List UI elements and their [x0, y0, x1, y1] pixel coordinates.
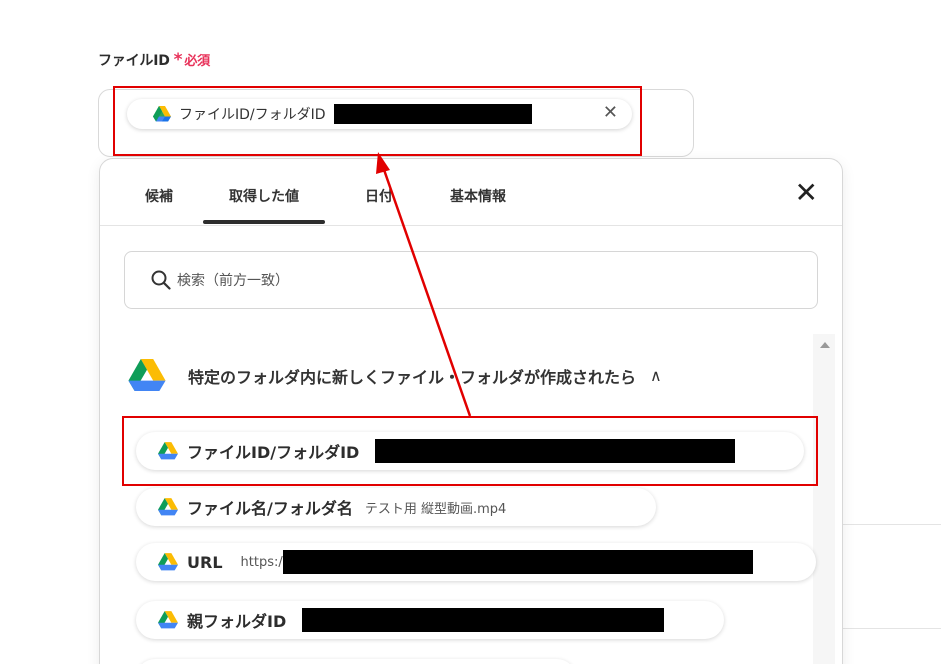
item-name: ファイルID/フォルダID [187, 443, 360, 462]
tab-date[interactable]: 日付 [365, 186, 393, 206]
list-item[interactable]: ファイル名/フォルダ名 テスト用 縦型動画.mp4 [136, 488, 656, 526]
field-label: ファイルID * 必須 [98, 50, 210, 70]
trigger-group-header[interactable]: 特定のフォルダ内に新しくファイル・フォルダが作成されたら ∧ [128, 359, 662, 392]
google-drive-icon [158, 498, 178, 516]
list-item[interactable]: URL https:/ [136, 543, 816, 581]
scroll-up-icon[interactable] [818, 340, 832, 350]
item-value: テスト用 縦型動画.mp4 [364, 501, 507, 517]
tab-bar: 候補 取得した値 日付 基本情報 ✕ [100, 159, 842, 226]
redacted-value [333, 104, 532, 124]
selected-value-chip[interactable]: ファイルID/フォルダID ✕ [127, 99, 632, 129]
required-badge: 必須 [184, 54, 210, 69]
search-input[interactable]: 検索（前方一致） [124, 251, 818, 309]
redacted-value [282, 550, 753, 574]
item-name: 親フォルダID [187, 612, 287, 631]
search-icon [151, 270, 171, 290]
google-drive-icon [128, 359, 166, 391]
google-drive-icon [153, 106, 171, 122]
item-name: URL [187, 552, 223, 572]
close-icon[interactable]: ✕ [795, 179, 818, 207]
tab-candidates[interactable]: 候補 [145, 186, 173, 206]
redacted-value [375, 439, 736, 463]
item-value: https:/ [240, 554, 283, 570]
divider [843, 628, 941, 629]
required-asterisk: * [173, 50, 183, 70]
search-placeholder: 検索（前方一致） [177, 273, 289, 289]
google-drive-icon [158, 611, 178, 629]
chip-label: ファイルID/フォルダID [179, 107, 326, 123]
field-label-text: ファイルID [98, 53, 170, 69]
list-item[interactable]: ファイルID/フォルダID [136, 432, 804, 470]
tab-retrieved-values[interactable]: 取得した値 [203, 186, 325, 224]
google-drive-icon [158, 553, 178, 571]
scrollbar[interactable] [813, 334, 835, 664]
redacted-value [302, 608, 665, 632]
page: ファイルID * 必須 ファイルID/フォルダID ✕ 候補 取得した値 日付 基本… [0, 0, 941, 664]
value-picker-panel: 候補 取得した値 日付 基本情報 ✕ 検索（前方一致） 特定のフォルダ内に新しく… [99, 158, 843, 664]
chevron-up-icon[interactable]: ∧ [650, 366, 662, 385]
tab-basic-info[interactable]: 基本情報 [450, 186, 506, 206]
list-item[interactable]: 親フォルダID [136, 601, 724, 639]
google-drive-icon [158, 442, 178, 460]
chip-close-icon[interactable]: ✕ [603, 103, 618, 123]
group-title: 特定のフォルダ内に新しくファイル・フォルダが作成されたら [188, 367, 637, 387]
list-item[interactable] [136, 659, 576, 664]
divider [843, 524, 941, 525]
item-name: ファイル名/フォルダ名 [187, 499, 353, 518]
